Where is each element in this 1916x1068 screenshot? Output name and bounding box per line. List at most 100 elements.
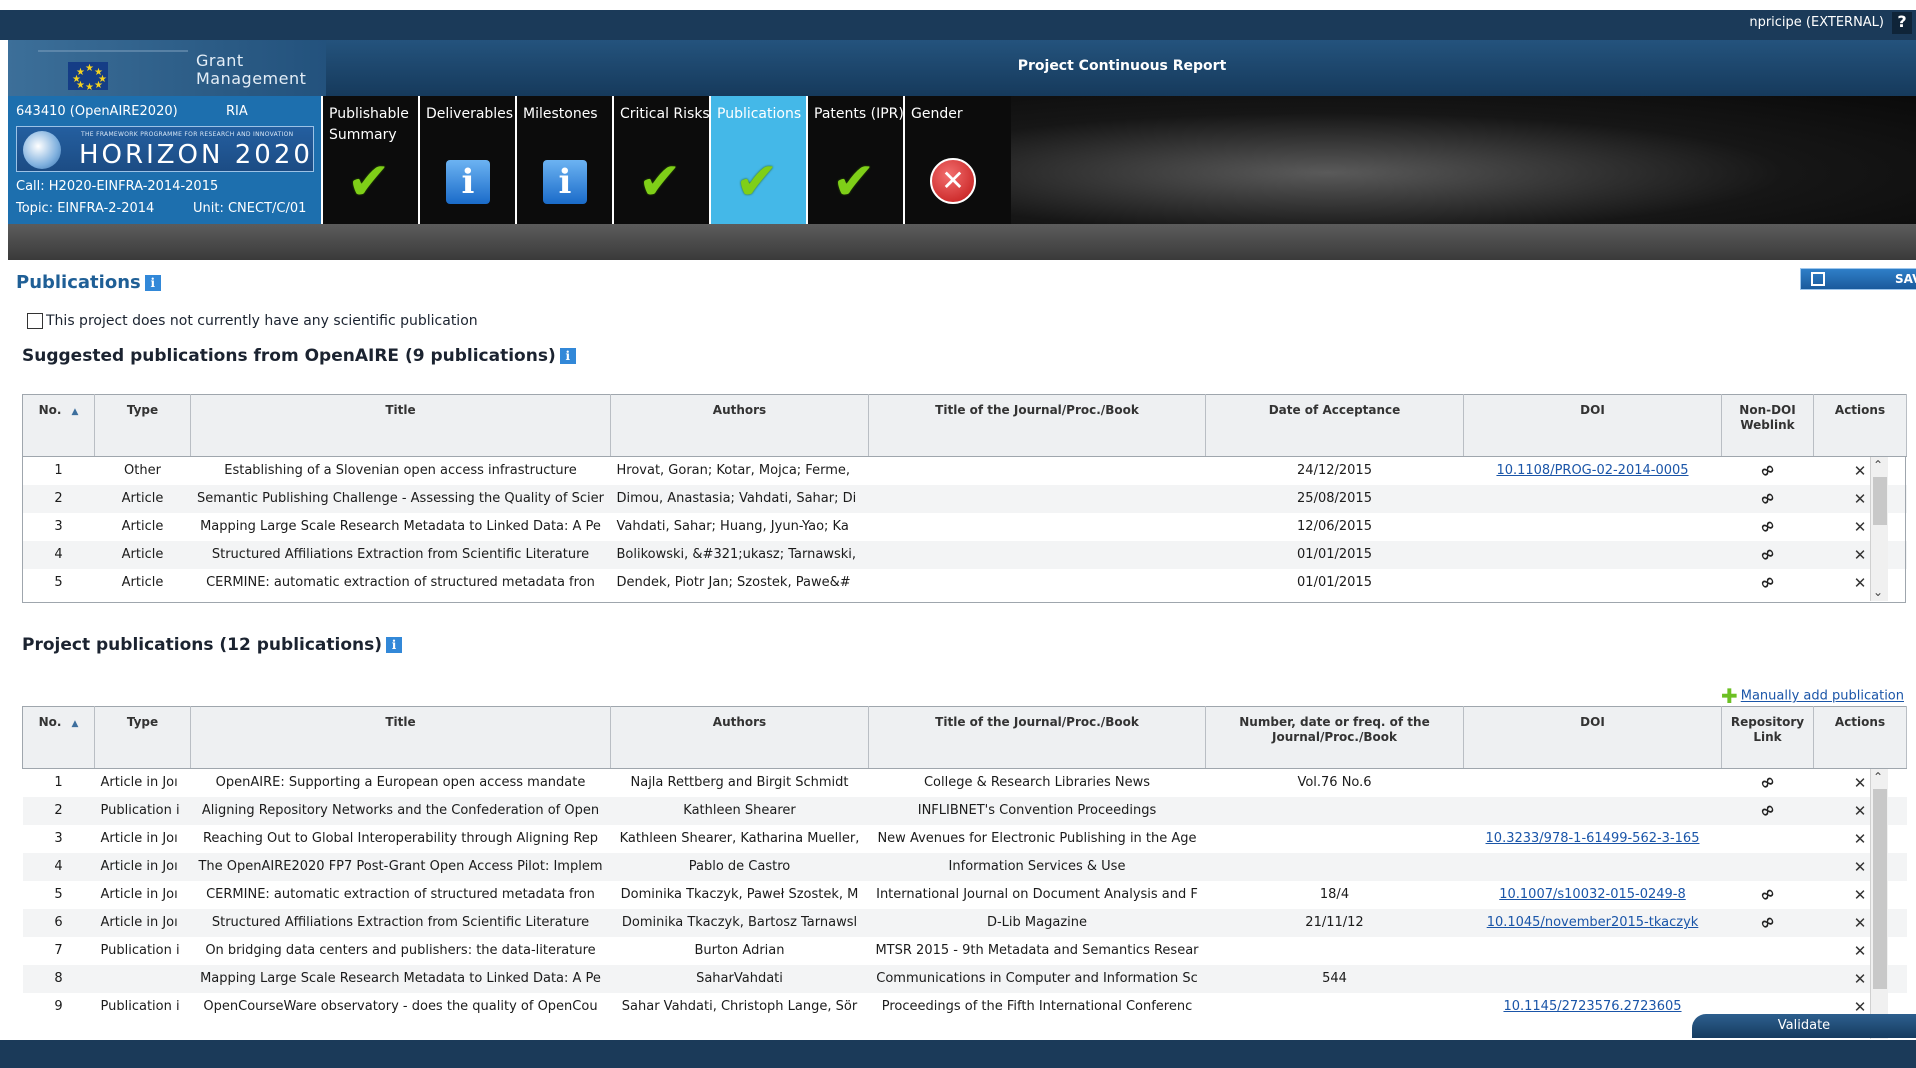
cell-doi: 10.3233/978-1-61499-562-3-165 xyxy=(1464,825,1722,853)
cell-journal: Proceedings of the Fifth International C… xyxy=(881,999,1193,1014)
column-header-doi[interactable]: DOI xyxy=(1463,706,1722,769)
cell-actions: ✕ xyxy=(1813,796,1907,825)
delete-icon[interactable]: ✕ xyxy=(1854,942,1867,960)
manually-add-publication-link[interactable]: ✚ Manually add publication xyxy=(1721,684,1904,708)
project-id: 643410 (OpenAIRE2020) xyxy=(16,104,178,119)
table-row[interactable]: 2 Publication i Aligning Repository Networ… xyxy=(22,796,1907,825)
link-icon[interactable]: ∞ xyxy=(1756,882,1779,908)
tab-publishable-summary[interactable]: Publishable Summary ✔ xyxy=(321,96,418,224)
column-header-type[interactable]: Type xyxy=(94,706,191,769)
info-icon[interactable]: i xyxy=(386,637,403,653)
bottom-bar xyxy=(0,1040,1916,1068)
cell-authors: Dominika Tkaczyk, Paweł Szostek, M xyxy=(620,887,859,902)
cell-number-date: Vol.76 No.6 xyxy=(1297,775,1372,791)
column-header-doi[interactable]: DOI xyxy=(1463,394,1722,457)
save-button[interactable]: SAV xyxy=(1800,268,1916,290)
cell-repository-link: ∞ xyxy=(1722,769,1814,797)
table-row[interactable]: 9 Publication i OpenCourseWare observatory… xyxy=(23,993,1907,1021)
scroll-thumb[interactable] xyxy=(1873,789,1887,989)
tab-patents[interactable]: Patents (IPR) ✔ xyxy=(806,96,904,224)
column-header-type[interactable]: Type xyxy=(94,394,191,457)
tab-gender[interactable]: Gender ✕ xyxy=(903,96,1000,224)
delete-icon[interactable]: ✕ xyxy=(1854,970,1867,988)
column-header-journal[interactable]: Title of the Journal/Proc./Book xyxy=(868,394,1206,457)
table-row[interactable]: 4 Article in Joı The OpenAIRE2020 FP7 Post… xyxy=(22,852,1907,881)
tab-deliverables[interactable]: Deliverables i xyxy=(418,96,515,224)
cell-no: 3 xyxy=(54,831,63,846)
delete-icon[interactable]: ✕ xyxy=(1854,914,1867,932)
column-header-title[interactable]: Title xyxy=(190,394,611,457)
horizon-2020-logo: THE FRAMEWORK PROGRAMME FOR RESEARCH AND… xyxy=(16,126,314,172)
doi-link[interactable]: 10.1045/november2015-tkaczyk xyxy=(1487,915,1699,930)
suggested-scrollbar[interactable]: ⌃ ⌄ xyxy=(1870,457,1888,601)
scroll-down-icon[interactable]: ⌄ xyxy=(1873,585,1883,599)
tab-critical-risks[interactable]: Critical Risks ✔ xyxy=(612,96,710,224)
column-header-date[interactable]: Date of Acceptance xyxy=(1205,394,1464,457)
no-publication-option: This project does not currently have any… xyxy=(27,313,478,329)
table-row[interactable]: 3 Article in Joı Reaching Out to Global In… xyxy=(23,825,1907,853)
link-icon[interactable]: ∞ xyxy=(1756,798,1779,824)
column-header-number-date[interactable]: Number, date or freq. of the Journal/Pro… xyxy=(1205,706,1464,769)
cell-repository-link xyxy=(1721,852,1814,881)
cell-number-date xyxy=(1206,825,1464,853)
cell-title: Reaching Out to Global Interoperability … xyxy=(202,831,599,846)
user-name[interactable]: npricipe (EXTERNAL) xyxy=(1749,15,1884,30)
scroll-up-icon[interactable]: ⌃ xyxy=(1873,770,1883,784)
delete-icon[interactable]: ✕ xyxy=(1854,858,1867,876)
info-icon[interactable]: i xyxy=(559,348,576,364)
table-row[interactable]: 6 Article in Joı Structured Affiliations E… xyxy=(22,908,1907,937)
tab-milestones[interactable]: Milestones i xyxy=(515,96,612,224)
column-header-repository-link[interactable]: Repository Link xyxy=(1721,706,1814,769)
sort-up-icon[interactable]: ▲ xyxy=(71,407,78,417)
no-publication-checkbox[interactable] xyxy=(27,313,43,329)
column-header-title[interactable]: Title xyxy=(190,706,611,769)
project-unit: Unit: CNECT/C/01 xyxy=(193,201,307,216)
table-row[interactable]: 8 Mapping Large Scale Research Metadata t… xyxy=(22,964,1907,993)
delete-icon[interactable]: ✕ xyxy=(1854,774,1867,792)
column-header-journal[interactable]: Title of the Journal/Proc./Book xyxy=(868,706,1206,769)
cell-actions: ✕ xyxy=(1814,769,1907,797)
column-header-actions: Actions xyxy=(1813,706,1907,769)
cell-type: Article in Joı xyxy=(100,887,178,902)
doi-link[interactable]: 10.1007/s10032-015-0249-8 xyxy=(1499,887,1686,902)
cell-number-date xyxy=(1206,937,1464,965)
validate-button[interactable]: Validate xyxy=(1692,1014,1916,1038)
table-row[interactable]: 1 Article in Joı OpenAIRE: Supporting a Eu… xyxy=(23,769,1907,797)
title-bar: ★ ★ ★ ★ ★ ★ ★ ★ Grant Management Project Cont… xyxy=(8,40,1916,96)
page-title: Publications i xyxy=(16,272,161,293)
cell-number-date xyxy=(1206,993,1464,1021)
column-header-authors[interactable]: Authors xyxy=(610,706,869,769)
doi-link[interactable]: 10.1145/2723576.2723605 xyxy=(1503,999,1681,1014)
delete-icon[interactable]: ✕ xyxy=(1854,886,1867,904)
publications-panel: Publicationsi SAV This project does not … xyxy=(8,260,1916,1042)
project-scrollbar[interactable]: ⌃ xyxy=(1870,769,1888,1039)
cell-type: Article in Joı xyxy=(100,831,178,846)
scroll-up-icon[interactable]: ⌃ xyxy=(1873,458,1883,472)
scroll-thumb[interactable] xyxy=(1873,477,1887,525)
link-icon[interactable]: ∞ xyxy=(1756,910,1779,936)
table-row[interactable]: 7 Publication i On bridging data centers a… xyxy=(23,937,1907,965)
tab-label: Gender xyxy=(911,106,963,122)
help-icon[interactable]: ? xyxy=(1892,12,1912,34)
cell-doi xyxy=(1464,769,1722,797)
sort-up-icon[interactable]: ▲ xyxy=(71,719,78,729)
column-header-no[interactable]: No. ▲ xyxy=(22,706,95,769)
delete-icon[interactable]: ✕ xyxy=(1854,830,1867,848)
cell-authors: Pablo de Castro xyxy=(610,852,869,881)
globe-icon xyxy=(23,131,61,169)
tab-publications[interactable]: Publications ✔ xyxy=(709,96,806,224)
delete-icon[interactable]: ✕ xyxy=(1854,998,1867,1016)
doi-link[interactable]: 10.3233/978-1-61499-562-3-165 xyxy=(1486,831,1700,846)
cell-authors: SaharVahdati xyxy=(610,964,869,993)
table-row[interactable]: 5 Article in Joı CERMINE: automatic extrac… xyxy=(23,881,1907,909)
info-icon[interactable]: i xyxy=(144,275,161,291)
cell-authors: Dominika Tkaczyk, Bartosz Tarnawsl xyxy=(610,908,869,937)
cell-type: Article in Joı xyxy=(94,908,191,937)
tab-label: Publishable Summary xyxy=(329,106,409,143)
delete-icon[interactable]: ✕ xyxy=(1854,802,1867,820)
link-icon[interactable]: ∞ xyxy=(1756,770,1779,796)
column-header-weblink[interactable]: Non-DOI Weblink xyxy=(1721,394,1814,457)
column-header-no[interactable]: No. ▲ xyxy=(22,394,95,457)
project-call: Call: H2020-EINFRA-2014-2015 xyxy=(16,179,219,194)
column-header-authors[interactable]: Authors xyxy=(610,394,869,457)
